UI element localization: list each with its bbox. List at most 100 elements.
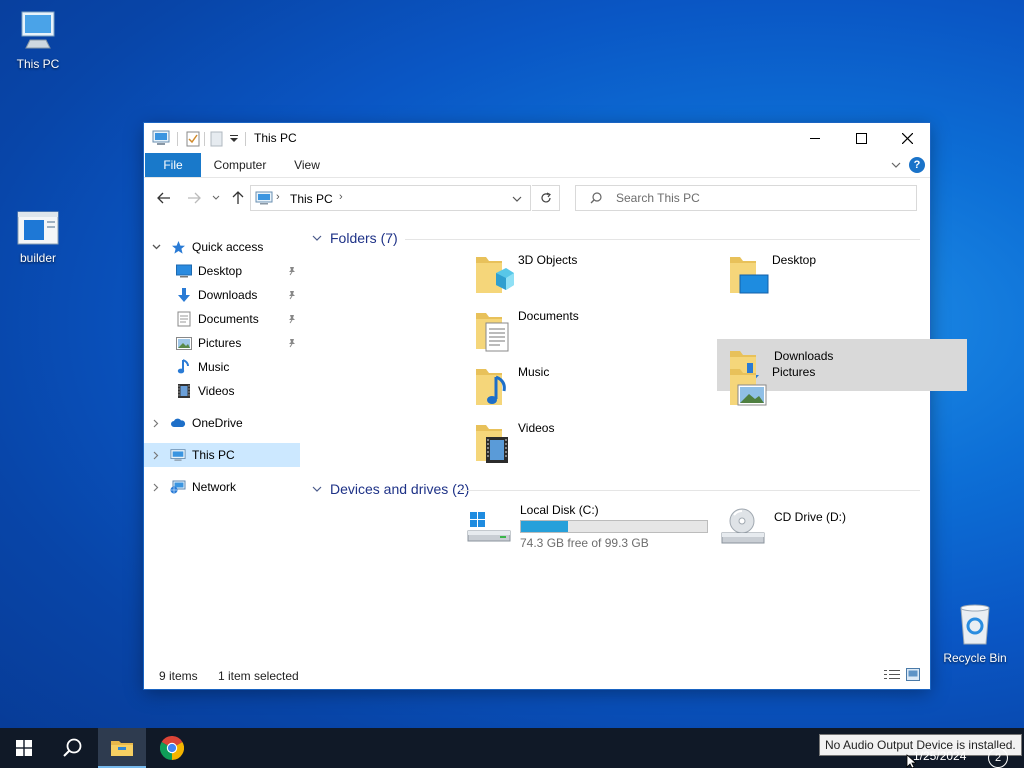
folder-name: Videos xyxy=(518,421,555,435)
forward-button[interactable] xyxy=(184,188,204,208)
tab-view[interactable]: View xyxy=(282,153,332,177)
breadcrumb-separator-icon[interactable]: › xyxy=(339,191,343,203)
notification-center-button[interactable]: 2 xyxy=(988,748,1008,768)
status-bar: 9 items 1 item selected xyxy=(144,657,930,689)
address-history-chevron-icon[interactable] xyxy=(512,196,522,202)
up-button[interactable] xyxy=(228,188,248,208)
search-button[interactable] xyxy=(48,728,96,768)
taskbar-file-explorer[interactable] xyxy=(98,728,146,768)
large-icons-view-icon[interactable] xyxy=(906,668,920,681)
sidebar-item-label: This PC xyxy=(192,448,235,462)
expand-ribbon-chevron-icon[interactable] xyxy=(891,161,901,169)
title-bar[interactable]: This PC xyxy=(144,123,930,153)
properties-icon[interactable] xyxy=(186,131,200,147)
sidebar-item-label: Pictures xyxy=(198,336,242,350)
sidebar-item-documents[interactable]: Documents xyxy=(176,307,259,331)
address-bar[interactable]: › This PC › xyxy=(250,185,531,211)
sidebar-item-label: Quick access xyxy=(192,240,264,254)
desktop-icon xyxy=(176,263,192,279)
network-icon xyxy=(170,479,186,495)
pin-icon[interactable] xyxy=(286,259,298,283)
refresh-icon xyxy=(540,192,551,203)
sidebar-item-onedrive[interactable]: OneDrive xyxy=(170,411,243,435)
clock-date[interactable]: 1/25/2024 xyxy=(913,749,966,763)
customize-qat-dropdown-icon[interactable] xyxy=(230,135,238,143)
folder-tile-videos[interactable]: Videos xyxy=(472,417,722,469)
sidebar-item-label: Network xyxy=(192,480,237,494)
folder-tile-desktop[interactable]: Desktop xyxy=(726,249,976,301)
drive-free-space: 74.3 GB free of 99.3 GB xyxy=(520,536,649,550)
recycle-bin-icon xyxy=(960,604,990,645)
sidebar-item-music[interactable]: Music xyxy=(176,355,229,379)
pin-icon[interactable] xyxy=(286,283,298,307)
new-folder-icon[interactable] xyxy=(210,131,223,147)
maximize-button[interactable] xyxy=(838,123,884,153)
status-item-count: 9 items xyxy=(159,669,198,683)
drive-tile-cd-drive-d[interactable]: CD Drive (D:) xyxy=(721,503,976,555)
drive-usage-fill xyxy=(521,521,568,532)
file-explorer-window: This PC File Computer View ? › This PC ›… xyxy=(144,123,967,689)
file-explorer-icon xyxy=(111,741,133,756)
group-divider xyxy=(405,239,920,240)
sidebar-item-this-pc[interactable]: This PC xyxy=(170,443,235,467)
recent-locations-button[interactable] xyxy=(208,188,224,208)
folder-tile-pictures[interactable]: Pictures xyxy=(726,361,976,413)
folder-name: Music xyxy=(518,365,550,379)
folder-tile-documents[interactable]: Documents xyxy=(472,305,722,357)
back-button[interactable] xyxy=(154,188,174,208)
minimize-button[interactable] xyxy=(792,123,838,153)
pin-icon[interactable] xyxy=(286,331,298,355)
collapse-group-chevron-icon xyxy=(312,484,326,495)
desktop-icon-this-pc[interactable]: This PC xyxy=(0,10,76,71)
desktop-folder-icon xyxy=(730,257,769,294)
help-icon[interactable]: ? xyxy=(909,157,925,173)
breadcrumb-this-pc[interactable]: This PC xyxy=(290,192,333,206)
sidebar-item-downloads[interactable]: Downloads xyxy=(176,283,257,307)
pictures-folder-icon xyxy=(730,369,767,406)
desktop-icon-label: This PC xyxy=(16,57,60,71)
expand-network-chevron-icon[interactable] xyxy=(149,475,163,499)
folders-group-header[interactable]: Folders (7) xyxy=(312,227,398,249)
start-button[interactable] xyxy=(0,728,48,768)
drive-tile-local-disk-c[interactable]: Local Disk (C:) 74.3 GB free of 99.3 GB xyxy=(467,503,722,555)
folder-name: 3D Objects xyxy=(518,253,578,267)
music-icon xyxy=(176,359,192,375)
sidebar-item-desktop[interactable]: Desktop xyxy=(176,259,242,283)
videos-folder-icon xyxy=(476,425,508,463)
close-button[interactable] xyxy=(884,123,930,153)
up-arrow-icon xyxy=(232,191,244,204)
desktop-icon-recycle-bin[interactable]: Recycle Bin xyxy=(937,602,1013,665)
tab-computer[interactable]: Computer xyxy=(206,153,274,177)
pictures-icon xyxy=(176,335,192,351)
group-title: Devices and drives (2) xyxy=(330,481,470,497)
content-pane: Folders (7) 3D Objects Desktop Documents xyxy=(302,217,967,657)
computer-icon xyxy=(21,11,55,49)
sidebar-item-label: Documents xyxy=(198,312,259,326)
search-input[interactable] xyxy=(614,190,908,206)
details-view-icon[interactable] xyxy=(884,669,900,681)
this-pc-small-icon xyxy=(152,130,170,145)
tab-file[interactable]: File xyxy=(145,153,201,177)
drives-group-header[interactable]: Devices and drives (2) xyxy=(312,478,469,500)
drive-name: Local Disk (C:) xyxy=(520,503,599,517)
folder-tile-music[interactable]: Music xyxy=(472,361,722,413)
folder-tile-3d-objects[interactable]: 3D Objects xyxy=(472,249,722,301)
sidebar-item-label: OneDrive xyxy=(192,416,243,430)
sidebar-item-pictures[interactable]: Pictures xyxy=(176,331,241,355)
sidebar-item-label: Desktop xyxy=(198,264,243,278)
expand-this-pc-chevron-icon[interactable] xyxy=(149,443,163,467)
pin-icon[interactable] xyxy=(286,307,298,331)
sidebar-item-videos[interactable]: Videos xyxy=(176,379,234,403)
refresh-button[interactable] xyxy=(532,185,560,211)
expand-onedrive-chevron-icon[interactable] xyxy=(149,411,163,435)
sidebar-item-quick-access[interactable]: Quick access xyxy=(170,235,263,259)
collapse-quick-access-chevron-icon[interactable] xyxy=(149,235,163,259)
taskbar-chrome[interactable] xyxy=(148,728,196,768)
breadcrumb-separator-icon[interactable]: › xyxy=(276,191,280,203)
search-icon xyxy=(590,192,602,204)
sidebar-item-network[interactable]: Network xyxy=(170,475,236,499)
search-box[interactable] xyxy=(575,185,917,211)
drive-name: CD Drive (D:) xyxy=(774,510,846,524)
qat-separator xyxy=(177,132,178,146)
desktop-icon-builder[interactable]: builder xyxy=(0,210,76,265)
